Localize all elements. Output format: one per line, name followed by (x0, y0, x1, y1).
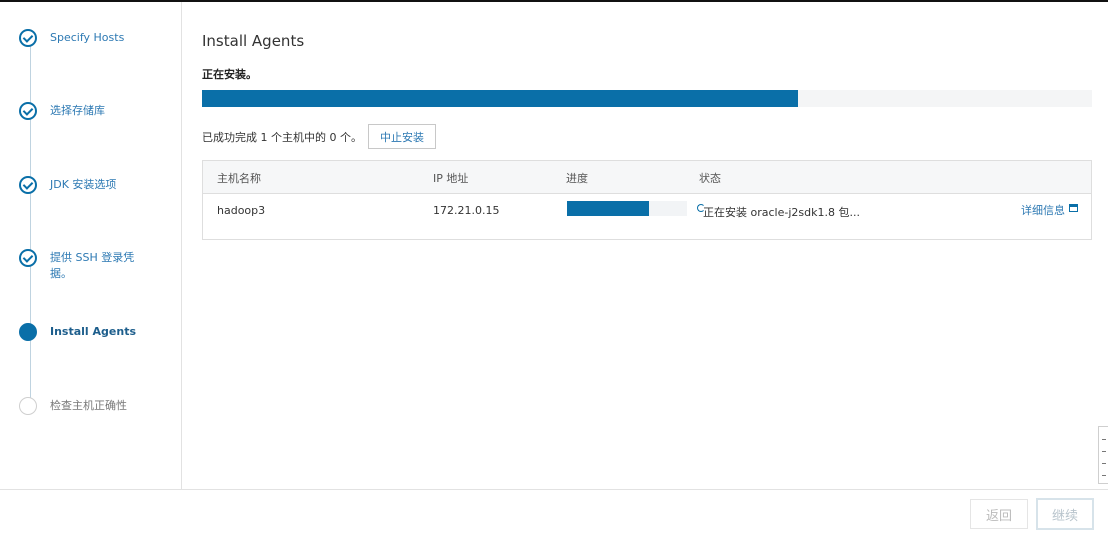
wizard-sidebar: Specify Hosts 选择存储库 JDK 安装选项 提供 SSH 登录凭据… (0, 2, 182, 489)
wizard-step-label: JDK 安装选项 (50, 178, 117, 191)
column-header-progress: 进度 (566, 172, 588, 185)
row-hostname: hadoop3 (217, 204, 266, 217)
check-circle-icon (19, 29, 37, 47)
overall-progress-fill (202, 90, 799, 107)
wizard-step-label: 检查主机正确性 (50, 399, 127, 412)
tab-line-icon (1102, 475, 1106, 476)
table-header: 主机名称 IP 地址 进度 状态 (203, 161, 1091, 194)
continue-button[interactable]: 继续 (1036, 498, 1094, 530)
column-header-ip: IP 地址 (433, 172, 469, 185)
wizard-track-line (30, 39, 31, 407)
tab-line-icon (1102, 463, 1106, 464)
wizard-step-label: 提供 SSH 登录凭据。 (50, 251, 135, 280)
check-circle-icon (19, 249, 37, 267)
hosts-table: 主机名称 IP 地址 进度 状态 hadoop3 172.21.0.15 正在安… (202, 160, 1092, 240)
install-status-text: 正在安装。 (202, 68, 257, 81)
column-header-status: 状态 (699, 172, 721, 185)
empty-step-circle-icon (19, 397, 37, 415)
check-circle-icon (19, 102, 37, 120)
current-step-dot-icon (19, 323, 37, 341)
wizard-step-label: 选择存储库 (50, 104, 105, 117)
row-progress-bar (567, 201, 687, 216)
details-link[interactable]: 详细信息 (1021, 202, 1065, 218)
check-circle-icon (19, 176, 37, 194)
tab-line-icon (1102, 439, 1106, 440)
row-ip-address: 172.21.0.15 (433, 204, 500, 217)
window-icon[interactable] (1069, 204, 1078, 212)
tab-line-icon (1102, 451, 1106, 452)
feedback-side-tab[interactable] (1098, 426, 1108, 484)
wizard-step-label: Specify Hosts (50, 31, 125, 44)
column-header-hostname: 主机名称 (217, 172, 261, 185)
overall-progress-bar (202, 90, 1092, 107)
install-summary: 已成功完成 1 个主机中的 0 个。 (202, 131, 362, 144)
wizard-footer: 返回 继续 (0, 489, 1108, 536)
back-button[interactable]: 返回 (970, 499, 1028, 529)
page-title: Install Agents (202, 32, 305, 50)
row-status-text: 正在安装 oracle-j2sdk1.8 包... (703, 206, 860, 219)
row-progress-fill (567, 201, 649, 216)
abort-install-button[interactable]: 中止安装 (368, 124, 436, 149)
wizard-step-label: Install Agents (50, 325, 137, 338)
